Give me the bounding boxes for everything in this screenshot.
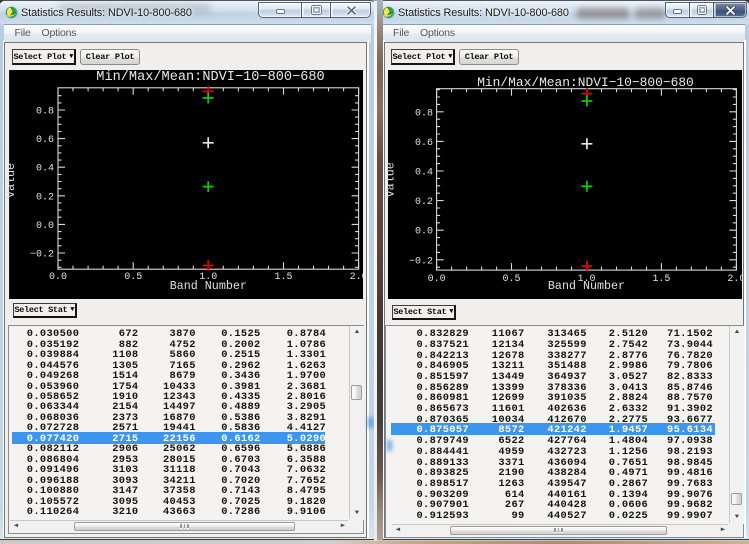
svg-text:Min/Max/Mean:NDVI−10−800−680: Min/Max/Mean:NDVI−10−800−680: [96, 70, 324, 85]
svg-text:−0.2: −0.2: [29, 249, 53, 260]
svg-text:Min/Max/Mean:NDVI−10−800−680: Min/Max/Mean:NDVI−10−800−680: [477, 74, 694, 89]
svg-text:0.2: 0.2: [415, 197, 433, 208]
svg-text:0.4: 0.4: [415, 167, 433, 178]
svg-text:2.0: 2.0: [727, 274, 742, 285]
svg-text:0.5: 0.5: [502, 274, 520, 285]
svg-text:Band Number: Band Number: [169, 279, 246, 293]
svg-text:1.5: 1.5: [274, 272, 292, 283]
svg-text:Band Number: Band Number: [548, 279, 625, 293]
svg-text:2.0: 2.0: [349, 272, 362, 283]
svg-text:0.4: 0.4: [35, 163, 53, 174]
svg-text:0.0: 0.0: [35, 220, 53, 231]
svg-text:0.2: 0.2: [35, 192, 53, 203]
svg-text:0.8: 0.8: [35, 106, 53, 117]
svg-text:−0.2: −0.2: [409, 256, 433, 267]
svg-text:0.6: 0.6: [35, 135, 53, 146]
svg-text:0.0: 0.0: [48, 272, 66, 283]
svg-text:0.5: 0.5: [124, 272, 142, 283]
svg-text:0.0: 0.0: [415, 226, 433, 237]
svg-text:Value: Value: [6, 162, 18, 197]
svg-text:Value: Value: [385, 162, 398, 197]
svg-text:0.8: 0.8: [415, 108, 433, 119]
svg-text:0.6: 0.6: [415, 137, 433, 148]
svg-text:1.5: 1.5: [652, 274, 670, 285]
svg-text:0.0: 0.0: [428, 274, 446, 285]
